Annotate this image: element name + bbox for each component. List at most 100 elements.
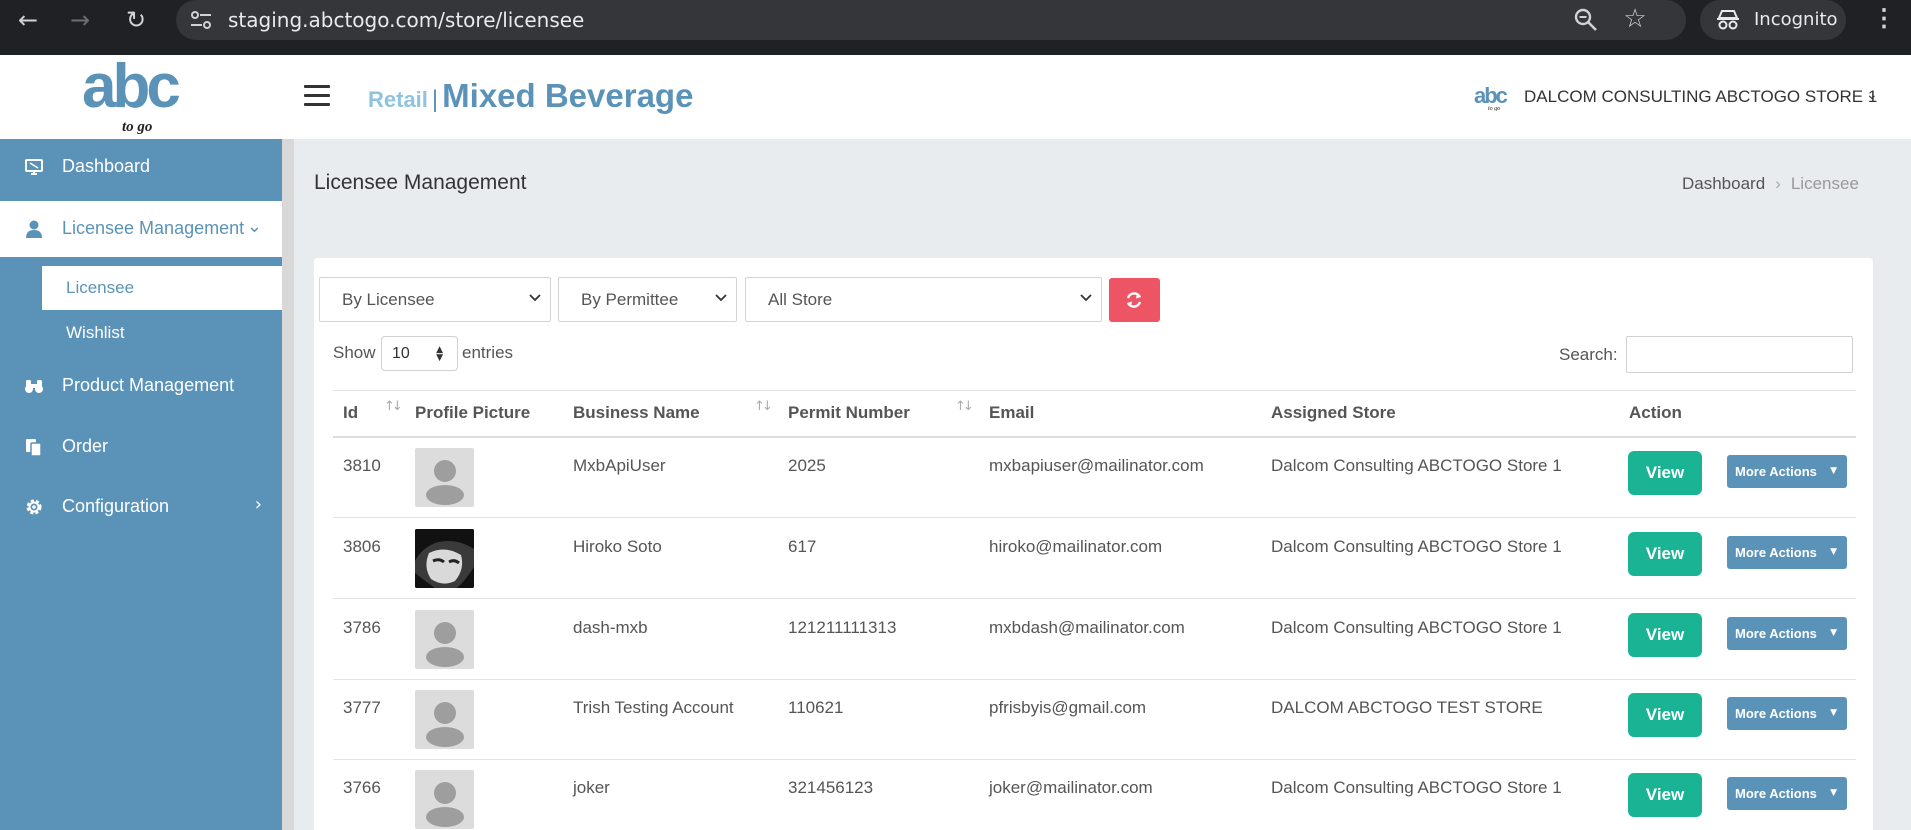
search-label: Search: xyxy=(1559,345,1618,364)
avatar xyxy=(415,610,474,669)
more-actions-button[interactable]: More Actions ▼ xyxy=(1727,777,1847,810)
column-header-permit-number[interactable]: Permit Number xyxy=(788,403,910,423)
cell-business-name: Hiroko Soto xyxy=(573,537,662,556)
store-filter-select[interactable]: All Store xyxy=(745,277,1102,322)
more-actions-button[interactable]: More Actions ▼ xyxy=(1727,536,1847,569)
column-header-email: Email xyxy=(989,403,1035,422)
sidebar-toggle-button[interactable] xyxy=(304,85,330,107)
refresh-button[interactable] xyxy=(1109,278,1160,322)
column-header-business-name[interactable]: Business Name xyxy=(573,403,700,423)
cell-id: 3777 xyxy=(343,698,381,717)
view-button[interactable]: View xyxy=(1628,613,1702,657)
select-value: All Store xyxy=(768,290,833,309)
sidebar-subitem-wishlist[interactable]: Wishlist xyxy=(42,311,282,355)
sort-icon[interactable]: ↑↓ xyxy=(955,399,974,414)
url-text[interactable]: staging.abctogo.com/store/licensee xyxy=(228,0,584,40)
more-actions-label: More Actions xyxy=(1735,706,1817,721)
sidebar-item-product-management[interactable]: Product Management xyxy=(0,358,282,414)
table-row: 3786 dash-mxb 121211111313 mxbdash@maili… xyxy=(333,600,1856,680)
breadcrumb: Dashboard › Licensee xyxy=(1682,174,1859,194)
incognito-label: Incognito xyxy=(1754,9,1838,30)
more-actions-label: More Actions xyxy=(1735,626,1817,641)
entries-label: entries xyxy=(462,343,514,362)
column-header-id[interactable]: Id xyxy=(343,403,358,423)
site-settings-icon[interactable] xyxy=(190,10,212,30)
brand-title: Retail | Mixed Beverage xyxy=(368,77,693,117)
cell-business-name: dash-mxb xyxy=(573,618,648,637)
address-bar[interactable]: staging.abctogo.com/store/licensee ☆ xyxy=(176,0,1686,40)
more-actions-label: More Actions xyxy=(1735,545,1817,560)
caret-down-icon: ▼ xyxy=(1830,708,1837,718)
bookmark-star-icon[interactable]: ☆ xyxy=(1620,4,1650,34)
avatar xyxy=(415,690,474,749)
breadcrumb-dashboard[interactable]: Dashboard xyxy=(1682,174,1765,193)
breadcrumb-current: Licensee xyxy=(1790,174,1859,193)
permittee-filter-select[interactable]: By Permittee xyxy=(558,277,737,322)
forward-icon[interactable]: → xyxy=(62,0,98,40)
cell-email: hiroko@mailinator.com xyxy=(989,537,1163,556)
cell-assigned-store: Dalcom Consulting ABCTOGO Store 1 xyxy=(1271,456,1562,475)
cell-email: joker@mailinator.com xyxy=(989,778,1153,797)
reload-icon[interactable]: ↻ xyxy=(118,0,154,40)
table-header-top-border xyxy=(333,390,1856,391)
licensee-filter-select[interactable]: By Licensee xyxy=(319,277,551,322)
browser-menu-icon[interactable]: ⋮ xyxy=(1872,0,1896,40)
sort-arrows-icon: ▲ ▼ xyxy=(436,345,443,363)
svg-text:to go: to go xyxy=(122,119,152,135)
sidebar-item-dashboard[interactable]: Dashboard xyxy=(0,139,282,195)
brand-mixed-beverage: Mixed Beverage xyxy=(442,77,694,114)
view-button[interactable]: View xyxy=(1628,532,1702,576)
binoculars-icon xyxy=(25,380,43,393)
search-input[interactable] xyxy=(1626,336,1853,373)
table-row: 3806 Hiroko Soto 617 hiroko@mailinator.c… xyxy=(333,519,1856,599)
sidebar-subitem-licensee[interactable]: Licensee xyxy=(42,266,282,310)
sidebar: Dashboard Licensee Management ⌄ Licensee… xyxy=(0,139,294,830)
view-button[interactable]: View xyxy=(1628,773,1702,817)
chevron-down-icon xyxy=(715,294,727,302)
column-header-assigned-store: Assigned Store xyxy=(1271,403,1396,422)
sidebar-subitem-label: Wishlist xyxy=(66,323,125,342)
sidebar-item-configuration[interactable]: Configuration › xyxy=(0,479,282,535)
incognito-indicator[interactable]: Incognito xyxy=(1700,0,1846,40)
sidebar-item-licensee-management[interactable]: Licensee Management ⌄ xyxy=(0,201,282,257)
caret-down-icon: ▼ xyxy=(1830,788,1837,798)
cell-permit-number: 110621 xyxy=(788,698,844,717)
zoom-icon[interactable] xyxy=(1572,6,1600,34)
svg-text:abc: abc xyxy=(82,57,179,121)
more-actions-button[interactable]: More Actions ▼ xyxy=(1727,617,1847,650)
cell-id: 3810 xyxy=(343,456,381,475)
cell-business-name: Trish Testing Account xyxy=(573,698,734,717)
table-row: 3810 MxbApiUser 2025 mxbapiuser@mailinat… xyxy=(333,438,1856,518)
page-length-select[interactable]: 10 ▲ ▼ xyxy=(381,336,458,371)
cell-assigned-store: Dalcom Consulting ABCTOGO Store 1 xyxy=(1271,618,1562,637)
avatar xyxy=(415,448,474,507)
sidebar-item-label: Configuration xyxy=(62,496,170,516)
sidebar-item-label: Product Management xyxy=(62,375,235,395)
chevron-down-icon: ⌄ xyxy=(246,216,262,237)
back-icon[interactable]: ← xyxy=(10,0,46,40)
abctogo-logo[interactable]: abc to go xyxy=(80,57,196,137)
more-actions-button[interactable]: More Actions ▼ xyxy=(1727,697,1847,730)
sort-icon[interactable]: ↑↓ xyxy=(754,399,773,414)
sidebar-scrollbar[interactable] xyxy=(282,139,294,830)
sidebar-item-label: Licensee Management xyxy=(62,218,245,238)
show-label: Show xyxy=(333,343,376,362)
more-actions-button[interactable]: More Actions ▼ xyxy=(1727,455,1847,488)
avatar xyxy=(415,770,474,829)
brand-separator: | xyxy=(431,86,439,113)
sidebar-item-order[interactable]: Order xyxy=(0,419,282,475)
cell-business-name: joker xyxy=(573,778,610,797)
incognito-icon xyxy=(1717,10,1739,30)
cell-email: mxbdash@mailinator.com xyxy=(989,618,1185,637)
sort-icon[interactable]: ↑↓ xyxy=(384,399,403,414)
monitor-icon xyxy=(25,159,43,175)
view-button[interactable]: View xyxy=(1628,693,1702,737)
chevron-right-icon: › xyxy=(254,494,262,515)
breadcrumb-separator-icon: › xyxy=(1775,174,1781,193)
app-header: abc to go Retail | Mixed Beverage abc to g… xyxy=(0,55,1911,139)
user-icon xyxy=(26,220,42,238)
profile-photo-image xyxy=(415,529,474,588)
view-button[interactable]: View xyxy=(1628,451,1702,495)
caret-down-icon: ▼ xyxy=(1830,547,1837,557)
brand-retail: Retail xyxy=(368,87,428,112)
